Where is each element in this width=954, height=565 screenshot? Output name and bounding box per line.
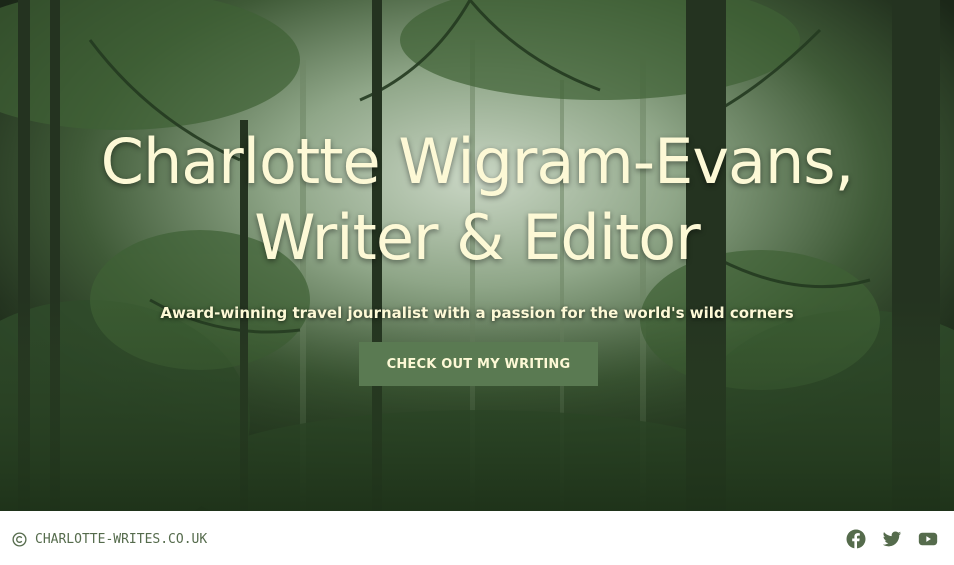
- hero-content: Charlotte Wigram-Evans, Writer & Editor A…: [0, 0, 954, 511]
- twitter-icon[interactable]: [882, 529, 902, 549]
- site-name: CHARLOTTE-WRITES.CO.UK: [35, 531, 208, 547]
- hero-section: Charlotte Wigram-Evans, Writer & Editor A…: [0, 0, 954, 511]
- youtube-icon[interactable]: [918, 529, 938, 549]
- hero-title-line2: Writer & Editor: [254, 201, 700, 274]
- facebook-icon[interactable]: [846, 529, 866, 549]
- footer: CHARLOTTE-WRITES.CO.UK: [0, 511, 954, 565]
- copyright-icon: [12, 531, 27, 547]
- hero-title: Charlotte Wigram-Evans, Writer & Editor: [0, 124, 954, 276]
- hero-subtitle: Award-winning travel journalist with a p…: [160, 304, 794, 322]
- hero-title-line1: Charlotte Wigram-Evans,: [100, 125, 855, 198]
- check-out-writing-button[interactable]: CHECK OUT MY WRITING: [359, 342, 598, 386]
- copyright: CHARLOTTE-WRITES.CO.UK: [12, 529, 207, 549]
